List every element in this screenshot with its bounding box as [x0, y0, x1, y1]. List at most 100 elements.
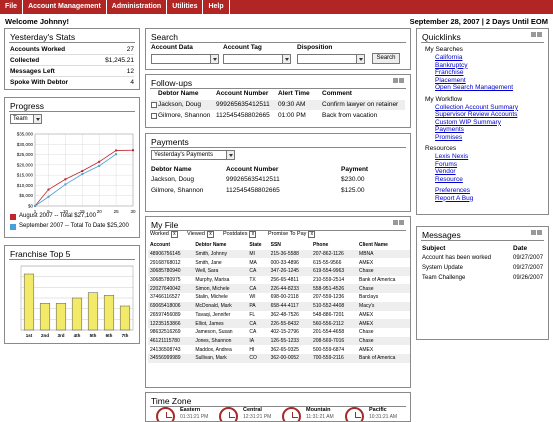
menu-account-management[interactable]: Account Management [23, 0, 107, 14]
quicklink[interactable]: Promises [435, 134, 462, 141]
filter-tag-promise[interactable]: Promise To Pay x [268, 231, 316, 238]
message-subject[interactable]: Team Challenge [422, 275, 465, 281]
progress-scope-select[interactable]: Team [10, 114, 42, 124]
filter-tag-worked[interactable]: Worked x [150, 231, 178, 238]
timezone-name: Eastern [180, 407, 201, 413]
table-cell: Chase [359, 329, 374, 336]
table-row[interactable]: 34556999989 Sullivan, Mark CO 362-00-0052 70… [148, 353, 410, 363]
menu-file[interactable]: File [0, 0, 24, 14]
message-subject[interactable]: Account has been worked [422, 255, 491, 261]
table-cell: Chase [357, 267, 410, 276]
table-cell: AMEX [359, 311, 374, 318]
column-header[interactable]: Client Name [357, 241, 410, 250]
payments-period-select[interactable]: Yesterday's Payments [151, 150, 235, 160]
column-header[interactable]: Debtor Name [193, 241, 247, 250]
stats-panel: Yesterday's Stats Accounts Worked 27 Coll… [4, 28, 140, 90]
quicklink[interactable]: Payments [435, 126, 464, 133]
search-panel: Search Account Data Account Tag Disposit… [145, 28, 411, 70]
table-row[interactable]: 30685780975 Murphy, Marisa TX 256-65-4811 21… [148, 276, 410, 285]
table-row[interactable]: 24136508743 Maddox, Andrea HI 362-65-9325 50… [148, 345, 410, 354]
table-row[interactable]: 12235153866 Elliot, James CA 226-55-8432 560… [148, 319, 410, 328]
menu-help[interactable]: Help [203, 0, 230, 14]
close-icon[interactable] [399, 220, 404, 225]
timezone-time: 01:31:21 PM [180, 414, 209, 420]
panel-title: Time Zone [151, 396, 192, 406]
table-cell: 226-55-8432 [268, 319, 311, 328]
search-button[interactable]: Search [372, 53, 400, 64]
y-tick-label: $15,000 [17, 173, 34, 178]
remove-tag-icon[interactable]: x [206, 231, 214, 238]
filter-tag-viewed[interactable]: Viewed x [187, 231, 214, 238]
table-row[interactable]: Jackson, Doug 999265635412511 09:30 AM C… [151, 100, 405, 110]
table-cell: Well, Sara [193, 267, 248, 276]
quicklink[interactable]: Open Search Management [435, 84, 513, 91]
quicklink[interactable]: Resource [435, 176, 463, 183]
row-checkbox[interactable] [151, 113, 157, 119]
menu-administration[interactable]: Administration [107, 0, 168, 14]
minimize-icon[interactable] [393, 220, 398, 225]
table-cell: 69065418006 [148, 301, 194, 311]
remove-tag-icon[interactable]: x [249, 231, 257, 238]
quicklink[interactable]: Report A Bug [435, 195, 473, 202]
x-tick-label: 6th [106, 333, 113, 338]
message-subject[interactable]: System Update [422, 265, 463, 271]
table-row[interactable]: 46121115780 Jones, Shannon IA 126-55-1233 20… [148, 336, 410, 346]
table-row[interactable]: 29168768012 Smith, Jane MA 000-33-4896 615-5… [148, 258, 410, 267]
table-header-row: Account Debtor Name State SSN Phone Client Na… [148, 241, 410, 250]
chevron-down-icon [226, 151, 234, 159]
row-checkbox[interactable] [151, 102, 157, 108]
table-cell: 24136508743 [150, 346, 181, 353]
quicklink[interactable]: Lexis Nexis [435, 153, 468, 160]
table-cell: 208-569-7016 [311, 336, 358, 346]
messages-panel: Messages Subject Date Account has been w… [416, 226, 549, 340]
x-tick-label: 3rd [57, 333, 64, 338]
table-row[interactable]: 48906756145 Smith, Johnny MI 215-36-5588 207… [148, 249, 410, 259]
legend-september: September 2007 -- Total To Date $25,200 [19, 223, 129, 229]
table-cell: 210-559-2514 [313, 277, 345, 284]
table-cell: 22027640042 [148, 284, 194, 294]
quicklink[interactable]: Forums [435, 161, 457, 168]
panel-title: Search [151, 32, 178, 42]
quicklink[interactable]: Preferences [435, 187, 470, 194]
table-row[interactable]: 26597456089 Tavaqi, Jennifer FL 362-48-7526… [148, 311, 410, 320]
timezone-time: 10:31:21 AM [369, 414, 398, 420]
table-row[interactable]: Gilmore, Shannon 112545458802665 01:00 P… [151, 111, 405, 121]
quicklink[interactable]: Custom WIP Summary [435, 119, 501, 126]
table-row[interactable]: 30685780940 Well, Sara CA 347-26-1245 619-55… [148, 267, 410, 276]
table-row[interactable]: 69065418006 McDonald, Mark PA 658-44-4117 51… [148, 301, 410, 311]
quicklink[interactable]: Bankruptcy [435, 62, 468, 69]
column-header[interactable]: Phone [311, 241, 357, 250]
account-tag-select[interactable] [223, 54, 291, 64]
quicklink[interactable]: Franchise [435, 69, 464, 76]
filter-tag-postdates[interactable]: Postdates x [223, 231, 257, 238]
quicklink[interactable]: Collection Account Summary [435, 104, 518, 111]
quicklink[interactable]: Vendor [435, 168, 456, 175]
timezone-name: Mountain [306, 407, 331, 413]
table-row[interactable]: 37466116527 Stalin, Michele WI 698-00-2118 2… [148, 293, 410, 302]
column-header[interactable]: Account [148, 241, 193, 250]
quicklink[interactable]: Placement [435, 77, 466, 84]
minimize-icon[interactable] [531, 230, 536, 235]
remove-tag-icon[interactable]: x [308, 231, 316, 238]
close-icon[interactable] [399, 78, 404, 83]
table-row[interactable]: 22027640042 Simon, Michele CA 226-44-8233 55… [148, 284, 410, 294]
column-header[interactable]: State [247, 241, 268, 250]
close-icon[interactable] [537, 32, 542, 37]
table-cell: 34556999989 [148, 353, 194, 363]
close-icon[interactable] [537, 230, 542, 235]
series-point [81, 170, 84, 173]
disposition-select[interactable] [297, 54, 365, 64]
remove-tag-icon[interactable]: x [170, 231, 178, 238]
minimize-icon[interactable] [531, 32, 536, 37]
minimize-icon[interactable] [393, 78, 398, 83]
table-row[interactable]: 98632516269 Jameson, Susan CA 402-15-2796 20… [148, 328, 410, 337]
menu-utilities[interactable]: Utilities [167, 0, 204, 14]
table-cell: 37466116527 [150, 294, 181, 301]
column-header[interactable]: SSN [269, 241, 311, 250]
table-cell: 226-44-8233 [268, 284, 311, 294]
quicklink[interactable]: California [435, 54, 462, 61]
quicklink[interactable]: Supervisor Review Accounts [435, 111, 517, 118]
table-cell: CA [247, 267, 269, 276]
table-cell: 98632516269 [150, 329, 181, 336]
account-data-select[interactable] [151, 54, 219, 64]
